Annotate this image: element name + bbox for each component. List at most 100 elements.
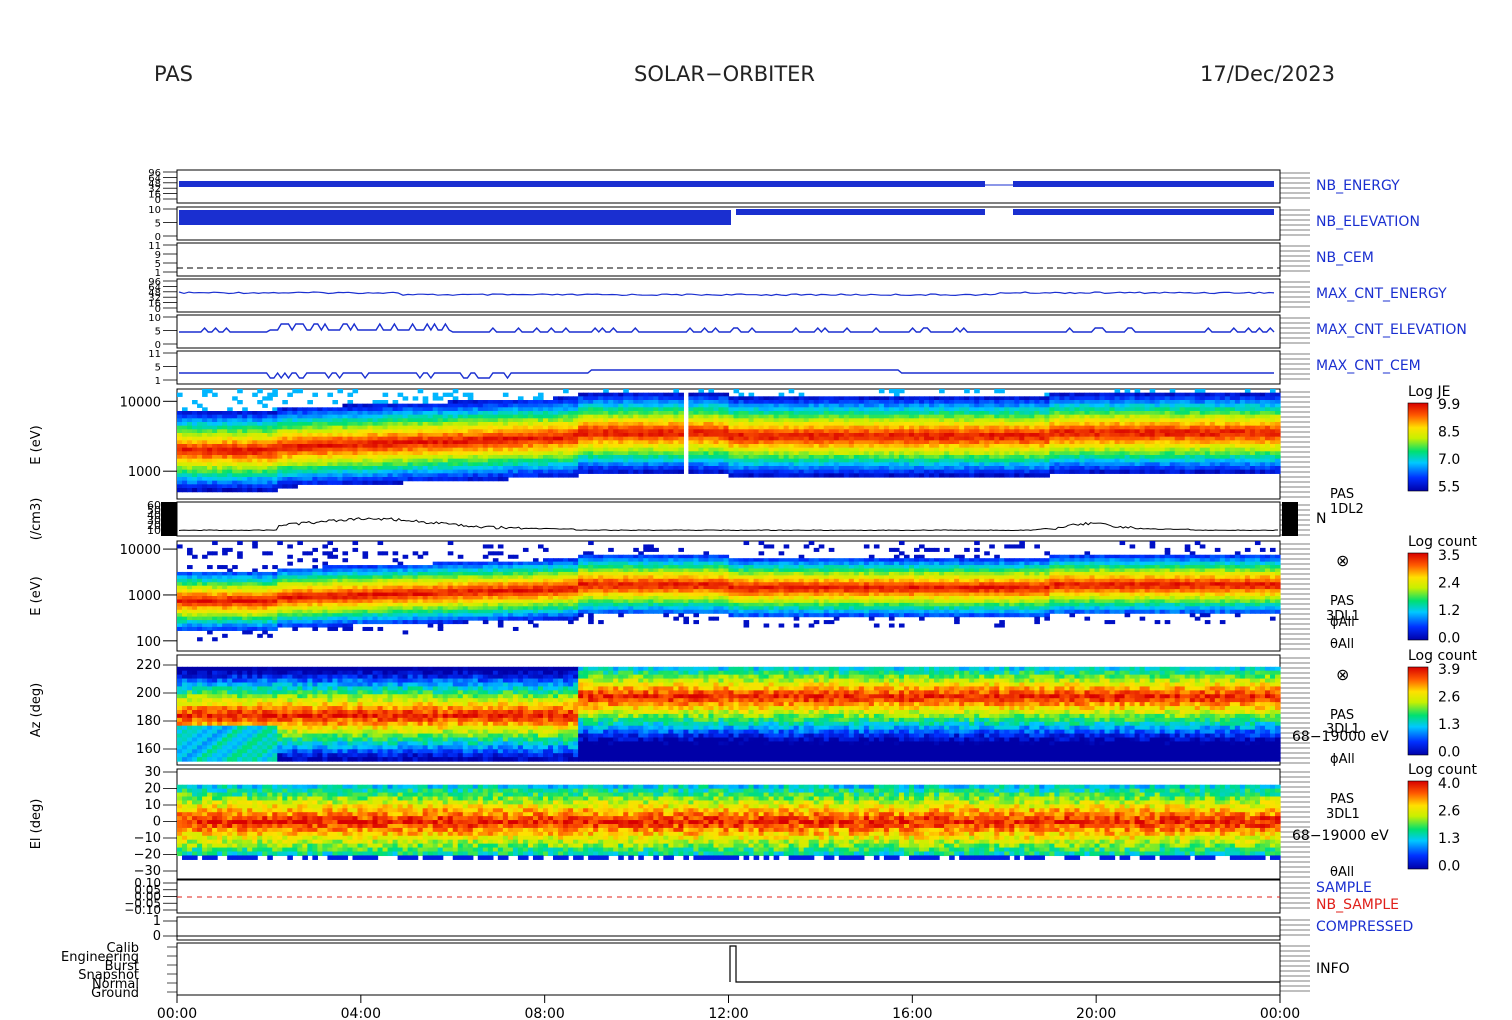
energy_je-cell xyxy=(548,411,554,415)
energy_je-cell xyxy=(1059,396,1065,400)
energy_je-cell xyxy=(468,440,474,444)
energy_je-cell xyxy=(207,440,213,444)
energy_je-cell xyxy=(613,444,619,448)
energy_je-cell xyxy=(854,429,860,433)
energy_je-cell xyxy=(373,451,379,455)
energy_je-cell xyxy=(688,444,694,448)
energy_je-cell xyxy=(1180,404,1186,408)
energy_je-cell xyxy=(217,455,223,459)
energy_je-cell xyxy=(693,429,699,433)
energy_je-cell xyxy=(252,426,258,430)
energy_je-cell xyxy=(859,470,865,474)
energy_je-cell xyxy=(1165,396,1171,400)
energy_je-cell xyxy=(553,422,559,426)
energy_je-cell xyxy=(618,451,624,455)
energy_je-cell xyxy=(914,422,920,426)
energy_je-cell xyxy=(242,433,248,437)
energy_je-cell xyxy=(723,404,729,408)
energy_je-cell xyxy=(252,470,258,474)
energy_je-cell xyxy=(1105,451,1111,455)
energy_je-cell xyxy=(1150,444,1156,448)
energy_je-cell xyxy=(267,437,273,441)
energy_je-cell xyxy=(1019,462,1025,466)
energy_je-cell xyxy=(663,440,669,444)
energy_je-cell xyxy=(658,448,664,452)
energy_je-cell xyxy=(1039,407,1045,411)
energy_je-cell xyxy=(749,459,755,463)
energy_je-cell xyxy=(834,440,840,444)
energy_je-cell xyxy=(638,393,644,397)
energy_je-cell xyxy=(749,473,755,477)
energy_je-cell xyxy=(578,400,584,404)
energy_je-cell xyxy=(418,429,424,433)
energy_je-cell xyxy=(979,426,985,430)
energy_je-cell xyxy=(1245,400,1251,404)
energy_je-cell xyxy=(618,466,624,470)
energy_je-cell xyxy=(829,426,835,430)
energy_je-cell xyxy=(558,418,564,422)
energy_je-cell xyxy=(1044,459,1050,463)
energy_je-cell xyxy=(598,404,604,408)
energy_je-cell xyxy=(327,455,333,459)
energy_je-cell xyxy=(272,477,278,481)
energy_je-cell xyxy=(994,429,1000,433)
energy_je-cell xyxy=(989,455,995,459)
energy_je-cell xyxy=(979,433,985,437)
energy_je-cell xyxy=(242,440,248,444)
energy_je-cell xyxy=(909,426,915,430)
energy_je-cell xyxy=(1170,448,1176,452)
energy_je-cell xyxy=(433,444,439,448)
energy_je-cell xyxy=(618,426,624,430)
energy_je-cell xyxy=(1044,433,1050,437)
energy_je-cell xyxy=(929,451,935,455)
energy_je-cell xyxy=(463,411,469,415)
energy_je-cell xyxy=(909,404,915,408)
energy_je-cell xyxy=(864,462,870,466)
energy_je-cell xyxy=(1190,404,1196,408)
energy_je-cell xyxy=(212,477,218,481)
energy_je-cell xyxy=(453,400,459,404)
energy_je-cell xyxy=(1105,418,1111,422)
energy_je-cell xyxy=(713,393,719,397)
energy_je-cell xyxy=(347,407,353,411)
energy_je-cell xyxy=(177,415,183,419)
energy_je-cell xyxy=(523,404,529,408)
energy_je-cell xyxy=(874,411,880,415)
energy_je-cell xyxy=(1004,396,1010,400)
energy_je-cell xyxy=(368,422,374,426)
energy_je-cell xyxy=(1250,396,1256,400)
energy_je-cell xyxy=(543,400,549,404)
energy_je-cell xyxy=(849,444,855,448)
energy_je-cell xyxy=(794,400,800,404)
energy_je-cell xyxy=(197,470,203,474)
energy_je-cell xyxy=(368,477,374,481)
energy_je-cell xyxy=(578,459,584,463)
energy_je-cell xyxy=(1135,418,1141,422)
energy_je-cell xyxy=(628,415,634,419)
energy_je-cell xyxy=(663,418,669,422)
energy_je-cell xyxy=(618,400,624,404)
energy_je-cell xyxy=(363,451,369,455)
energy_je-cell xyxy=(804,448,810,452)
energy_je-cell xyxy=(1069,470,1075,474)
energy_je-cell xyxy=(423,404,429,408)
energy_je-cell xyxy=(363,444,369,448)
energy_je-cell xyxy=(663,444,669,448)
energy_je-cell xyxy=(1089,415,1095,419)
energy_je-cell xyxy=(668,433,674,437)
energy_je-cell xyxy=(894,459,900,463)
energy_je-cell xyxy=(859,437,865,441)
energy_je-cell xyxy=(904,451,910,455)
energy_je-cell xyxy=(804,433,810,437)
energy_je-cell xyxy=(1255,455,1261,459)
energy_je-cell xyxy=(312,451,318,455)
energy_je-cell xyxy=(1265,400,1271,404)
energy_je-cell xyxy=(443,411,449,415)
energy_je-cell xyxy=(974,411,980,415)
energy_je-cell xyxy=(1014,437,1020,441)
energy_je-cell xyxy=(1250,466,1256,470)
energy_je-cell xyxy=(1205,444,1211,448)
energy_je-cell xyxy=(1255,466,1261,470)
energy_je-cell xyxy=(433,418,439,422)
energy_je-cell xyxy=(648,407,654,411)
